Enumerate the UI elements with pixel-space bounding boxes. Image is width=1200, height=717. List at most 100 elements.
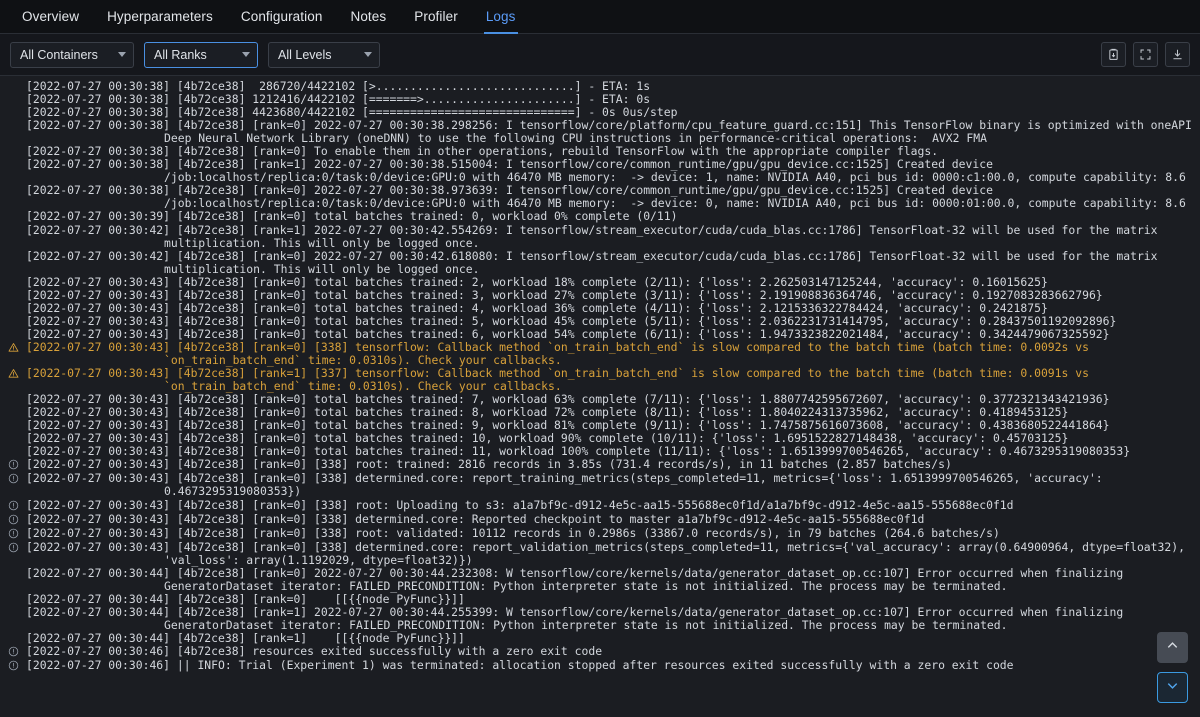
log-line: [2022-07-27 00:30:46] [4b72ce38] resourc… (0, 644, 1200, 659)
log-level-gutter (0, 419, 26, 420)
log-line-text: [2022-07-27 00:30:43] [4b72ce38] [rank=0… (26, 313, 1117, 328)
chevron-down-icon (1165, 678, 1180, 698)
log-line: [2022-07-27 00:30:43] [4b72ce38] [rank=0… (0, 525, 1200, 541)
tab-notes[interactable]: Notes (336, 5, 400, 33)
chevron-down-icon (242, 52, 250, 57)
log-level-gutter (0, 606, 26, 607)
log-level-gutter (0, 406, 26, 407)
log-line-text: [2022-07-27 00:30:38] [4b72ce38] [rank=0… (26, 183, 1186, 211)
log-line: [2022-07-27 00:30:43] [4b72ce38] [rank=0… (0, 472, 1200, 498)
tab-logs[interactable]: Logs (472, 5, 530, 34)
log-line-text: [2022-07-27 00:30:43] [4b72ce38] [rank=0… (26, 471, 1110, 499)
log-line: [2022-07-27 00:30:43] [4b72ce38] [rank=1… (0, 366, 1200, 393)
log-level-gutter (0, 184, 26, 185)
log-level-gutter (0, 315, 26, 316)
log-line-text: [2022-07-27 00:30:43] [4b72ce38] [rank=0… (26, 511, 925, 526)
log-viewer[interactable]: [2022-07-27 00:30:38] [4b72ce38] 286720/… (0, 76, 1200, 717)
log-line-text: [2022-07-27 00:30:43] [4b72ce38] [rank=0… (26, 525, 1000, 540)
scroll-to-bottom-button[interactable] (1157, 672, 1188, 703)
log-line: [2022-07-27 00:30:42] [4b72ce38] [rank=0… (0, 248, 1200, 276)
filter-toolbar: All Containers All Ranks All Levels (0, 34, 1200, 76)
log-line-text: [2022-07-27 00:30:42] [4b72ce38] [rank=0… (26, 248, 1165, 276)
download-button[interactable] (1165, 42, 1190, 67)
log-level-gutter (0, 593, 26, 594)
log-line-text: [2022-07-27 00:30:43] [4b72ce38] [rank=0… (26, 497, 1014, 512)
info-circle-icon (0, 659, 26, 673)
copy-clipboard-icon (1107, 48, 1120, 61)
log-line-text: [2022-07-27 00:30:43] [4b72ce38] [rank=0… (26, 457, 952, 472)
log-line-text: [2022-07-27 00:30:44] [4b72ce38] [rank=1… (26, 604, 1131, 632)
containers-filter-value: All Containers (20, 47, 98, 62)
log-line-text: [2022-07-27 00:30:38] [4b72ce38] [rank=0… (26, 118, 1199, 146)
log-line: [2022-07-27 00:30:44] [4b72ce38] [rank=1… (0, 604, 1200, 632)
log-level-gutter (0, 393, 26, 394)
levels-filter-select[interactable]: All Levels (268, 41, 380, 68)
log-line-text: [2022-07-27 00:30:46] [4b72ce38] resourc… (26, 644, 603, 659)
info-circle-icon (0, 513, 26, 527)
log-level-gutter (0, 632, 26, 633)
log-level-gutter (0, 567, 26, 568)
log-line-text: [2022-07-27 00:30:46] || INFO: Trial (Ex… (26, 658, 1014, 673)
log-line-text: [2022-07-27 00:30:43] [4b72ce38] [rank=0… (26, 300, 1048, 315)
log-level-gutter (0, 106, 26, 107)
log-line: [2022-07-27 00:30:42] [4b72ce38] [rank=1… (0, 222, 1200, 250)
log-line: [2022-07-27 00:30:43] [4b72ce38] [rank=0… (0, 339, 1200, 367)
log-level-gutter (0, 302, 26, 303)
log-line-text: [2022-07-27 00:30:43] [4b72ce38] [rank=0… (26, 326, 1110, 341)
log-line-text: [2022-07-27 00:30:43] [4b72ce38] [rank=0… (26, 539, 1192, 567)
scroll-controls (1157, 632, 1188, 703)
log-line-text: [2022-07-27 00:30:43] [4b72ce38] [rank=0… (26, 274, 1048, 289)
log-line-list: [2022-07-27 00:30:38] [4b72ce38] 286720/… (0, 76, 1200, 675)
log-line: [2022-07-27 00:30:38] [4b72ce38] [rank=0… (0, 184, 1200, 210)
info-circle-icon (0, 458, 26, 472)
copy-to-clipboard-button[interactable] (1101, 42, 1126, 67)
log-level-gutter (0, 289, 26, 290)
log-level-gutter (0, 158, 26, 159)
log-line: [2022-07-27 00:30:43] [4b72ce38] [rank=0… (0, 511, 1200, 527)
ranks-filter-select[interactable]: All Ranks (144, 41, 258, 68)
chevron-up-icon (1165, 638, 1180, 658)
fullscreen-icon (1139, 48, 1152, 61)
info-circle-icon (0, 541, 26, 555)
levels-filter-value: All Levels (278, 47, 332, 62)
tab-overview[interactable]: Overview (8, 5, 93, 33)
info-circle-icon (0, 645, 26, 659)
log-level-gutter (0, 224, 26, 225)
log-line: [2022-07-27 00:30:43] [4b72ce38] [rank=0… (0, 274, 1200, 289)
log-line: [2022-07-27 00:30:39] [4b72ce38] [rank=0… (0, 210, 1200, 223)
scroll-to-top-button[interactable] (1157, 632, 1188, 663)
log-line: [2022-07-27 00:30:38] [4b72ce38] [rank=0… (0, 119, 1200, 145)
log-line: [2022-07-27 00:30:43] [4b72ce38] [rank=0… (0, 313, 1200, 328)
info-circle-icon (0, 472, 26, 486)
log-line-text: [2022-07-27 00:30:43] [4b72ce38] [rank=0… (26, 339, 1096, 367)
containers-filter-select[interactable]: All Containers (10, 41, 134, 68)
download-icon (1171, 48, 1184, 61)
warning-triangle-icon (0, 341, 26, 355)
log-level-gutter (0, 210, 26, 211)
log-level-gutter (0, 80, 26, 81)
tab-hyperparameters[interactable]: Hyperparameters (93, 5, 227, 33)
warning-triangle-icon (0, 367, 26, 381)
info-circle-icon (0, 499, 26, 513)
ranks-filter-value: All Ranks (154, 47, 207, 62)
log-line: [2022-07-27 00:30:43] [4b72ce38] [rank=0… (0, 539, 1200, 567)
log-level-gutter (0, 119, 26, 120)
tab-profiler[interactable]: Profiler (400, 5, 472, 33)
log-line: [2022-07-27 00:30:43] [4b72ce38] [rank=0… (0, 326, 1200, 341)
log-line-text: [2022-07-27 00:30:43] [4b72ce38] [rank=0… (26, 287, 1103, 302)
log-line-text: [2022-07-27 00:30:42] [4b72ce38] [rank=1… (26, 222, 1165, 250)
log-level-gutter (0, 145, 26, 146)
chevron-down-icon (118, 52, 126, 57)
log-level-gutter (0, 276, 26, 277)
tab-configuration[interactable]: Configuration (227, 5, 337, 33)
fullscreen-button[interactable] (1133, 42, 1158, 67)
log-line-text: [2022-07-27 00:30:38] [4b72ce38] [rank=1… (26, 157, 1186, 185)
log-level-gutter (0, 93, 26, 94)
log-line: [2022-07-27 00:30:43] [4b72ce38] [rank=0… (0, 458, 1200, 472)
log-level-gutter (0, 445, 26, 446)
chevron-down-icon (364, 52, 372, 57)
log-line-text: [2022-07-27 00:30:44] [4b72ce38] [rank=0… (26, 565, 1131, 593)
tab-bar: Overview Hyperparameters Configuration N… (0, 0, 1200, 34)
log-line-text: [2022-07-27 00:30:44] [4b72ce38] [rank=0… (26, 591, 465, 606)
log-level-gutter (0, 432, 26, 433)
